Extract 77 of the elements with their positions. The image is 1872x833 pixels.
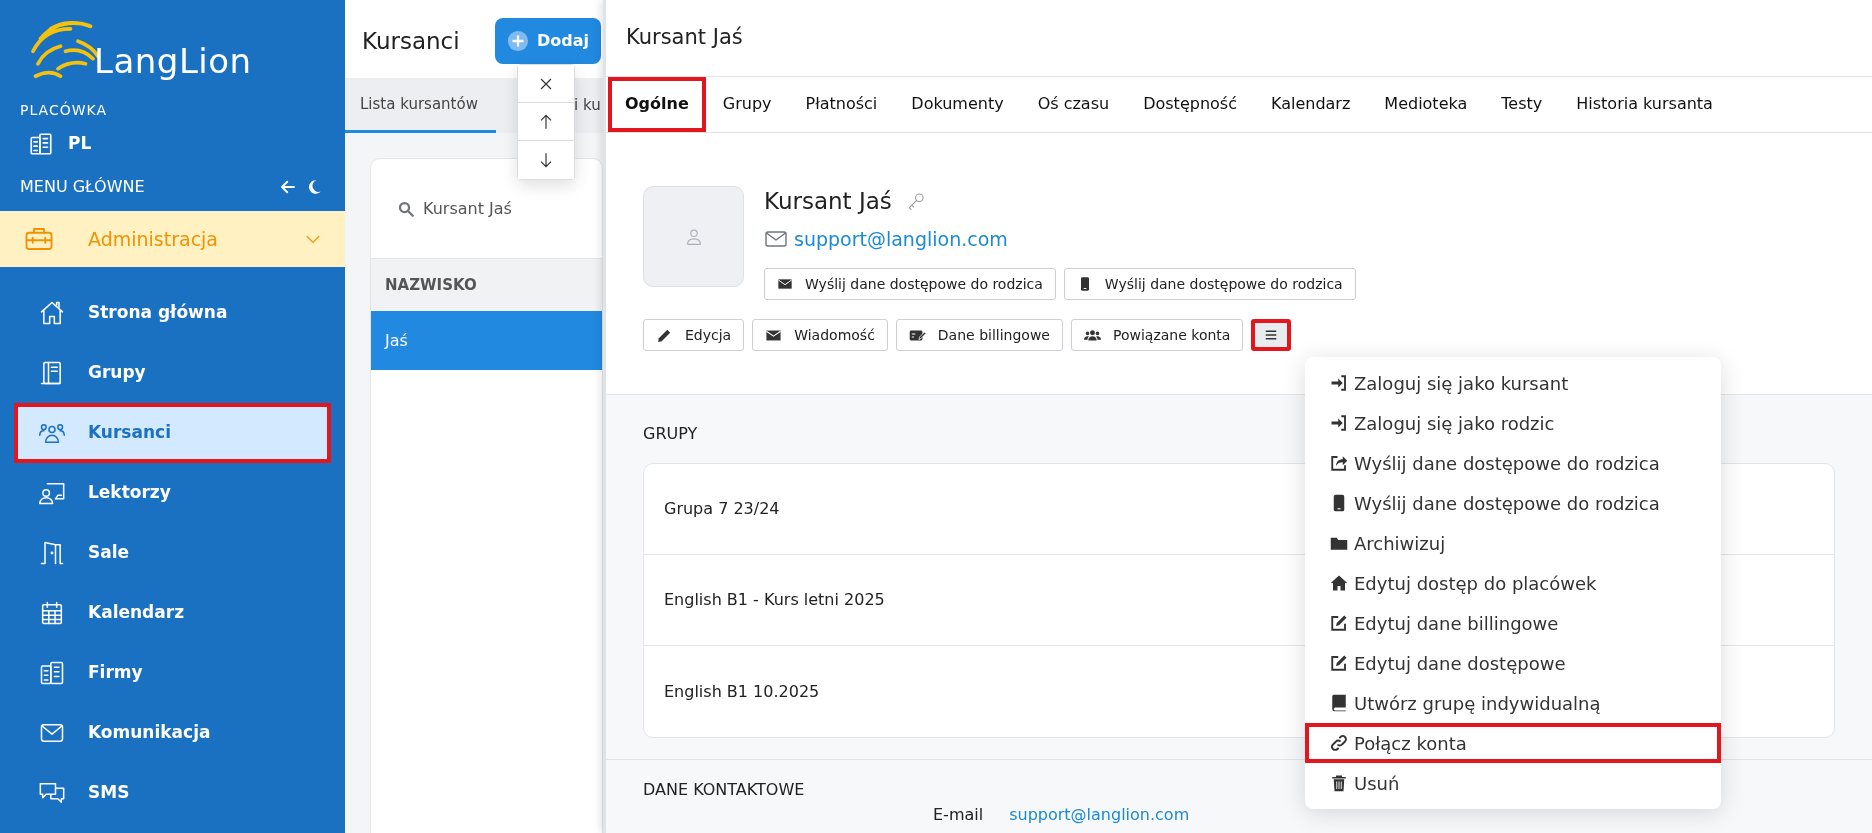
search-icon xyxy=(397,199,415,218)
tab[interactable]: Lista kursantów xyxy=(345,78,496,133)
section-label: PLACÓWKA xyxy=(19,100,109,120)
section-title: Administracja xyxy=(88,226,219,252)
logo-text: LangLion xyxy=(94,39,252,83)
menu-button[interactable] xyxy=(1251,319,1292,351)
table-row[interactable]: Jaś xyxy=(371,311,602,370)
branch-item[interactable]: PL xyxy=(0,121,345,167)
tab[interactable]: Dostępność xyxy=(1126,77,1254,132)
tab[interactable]: Kalendarz xyxy=(1253,77,1368,132)
share-icon xyxy=(1330,454,1348,472)
menu-item[interactable]: Połącz konta xyxy=(1305,723,1721,763)
home-icon xyxy=(1330,574,1348,592)
sidebar-item[interactable]: Kalendarz xyxy=(14,583,331,643)
send-access-button[interactable]: Wyślij dane dostępowe do rodzica xyxy=(764,268,1056,300)
linked-accounts-button[interactable]: Powiązane konta xyxy=(1071,319,1244,351)
section-label: MENU GŁÓWNE xyxy=(20,176,145,198)
house-icon xyxy=(38,299,66,327)
group-name[interactable]: English B1 10.2025 xyxy=(664,679,820,704)
student-name: Kursant Jaś xyxy=(764,186,892,216)
plus-icon xyxy=(507,30,529,52)
menu-item[interactable]: Edytuj dane billingowe xyxy=(1305,603,1721,643)
section-heading: DANE KONTAKTOWE xyxy=(643,779,805,801)
edit-icon xyxy=(1330,614,1348,632)
sidebar-item[interactable]: Grupy xyxy=(14,343,331,403)
envelope-icon xyxy=(777,276,793,292)
link-icon xyxy=(1330,734,1348,752)
sign-in-icon xyxy=(1330,374,1348,392)
sidebar-item[interactable]: Sale xyxy=(14,523,331,583)
sidebar-item[interactable]: Strona główna xyxy=(14,283,331,343)
sidebar-item[interactable]: Kursanci xyxy=(14,403,331,463)
menu-item[interactable]: Wyślij dane dostępowe do rodzica xyxy=(1305,443,1721,483)
tab[interactable]: Historia kursanta xyxy=(1559,77,1730,132)
menu-item[interactable]: Zaloguj się jako rodzic xyxy=(1305,403,1721,443)
tab[interactable]: Grupy xyxy=(705,77,789,132)
sidebar-item[interactable]: Firmy xyxy=(14,643,331,703)
email-link[interactable]: support@langlion.com xyxy=(1009,804,1190,826)
buildings-icon xyxy=(28,131,54,157)
tab[interactable]: Oś czasu xyxy=(1020,77,1127,132)
tab[interactable]: Płatności xyxy=(788,77,895,132)
tab[interactable]: Ogólne xyxy=(608,77,706,132)
book-icon xyxy=(1330,694,1348,712)
email-link[interactable]: support@langlion.com xyxy=(794,224,1008,254)
menu-item[interactable]: Archiwizuj xyxy=(1305,523,1721,563)
buildings-icon xyxy=(38,659,66,687)
field-label: E-mail xyxy=(933,804,984,826)
add-button[interactable]: Dodaj xyxy=(495,18,601,64)
sidebar-item[interactable]: Lektorzy xyxy=(14,463,331,523)
menu-item[interactable]: Utwórz grupę indywidualną xyxy=(1305,683,1721,723)
edit-icon xyxy=(1330,654,1348,672)
menu-item[interactable]: Usuń xyxy=(1305,763,1721,803)
arrow-left-icon xyxy=(279,178,297,196)
trash-icon xyxy=(1330,774,1348,792)
page-title: Kursanci xyxy=(362,27,460,56)
column-header: NAZWISKO xyxy=(371,259,602,311)
sign-in-icon xyxy=(1330,414,1348,432)
sidebar-item[interactable]: Komunikacja xyxy=(14,703,331,763)
group-name[interactable]: Grupa 7 23/24 xyxy=(664,497,780,521)
menu-item[interactable]: Edytuj dostęp do placówek xyxy=(1305,563,1721,603)
tab[interactable]: Medioteka xyxy=(1367,77,1485,132)
send-access-button[interactable]: Wyślij dane dostępowe do rodzica xyxy=(1063,268,1356,300)
drawer-title: Kursant Jaś xyxy=(606,0,1872,77)
menu-item[interactable]: Edytuj dane dostępowe xyxy=(1305,643,1721,683)
search-field[interactable]: Kursant Jaś xyxy=(421,195,571,222)
menu-item[interactable]: Zaloguj się jako kursant xyxy=(1305,363,1721,403)
tab[interactable]: Testy xyxy=(1484,77,1560,132)
tab[interactable]: i ku xyxy=(574,78,601,133)
sidebar-item[interactable]: SMS xyxy=(14,763,331,823)
group-name[interactable]: English B1 - Kurs letni 2025 xyxy=(664,588,885,612)
billing-button[interactable]: Dane billingowe xyxy=(895,319,1063,351)
section-heading: GRUPY xyxy=(643,423,698,445)
menu-item[interactable]: Wyślij dane dostępowe do rodzica xyxy=(1305,483,1721,523)
collapse-button[interactable] xyxy=(279,178,297,196)
tab[interactable]: Dokumenty xyxy=(894,77,1021,132)
door-icon xyxy=(38,539,66,567)
edit-button[interactable]: Edycja xyxy=(643,319,745,351)
message-button[interactable]: Wiadomość xyxy=(752,319,888,351)
